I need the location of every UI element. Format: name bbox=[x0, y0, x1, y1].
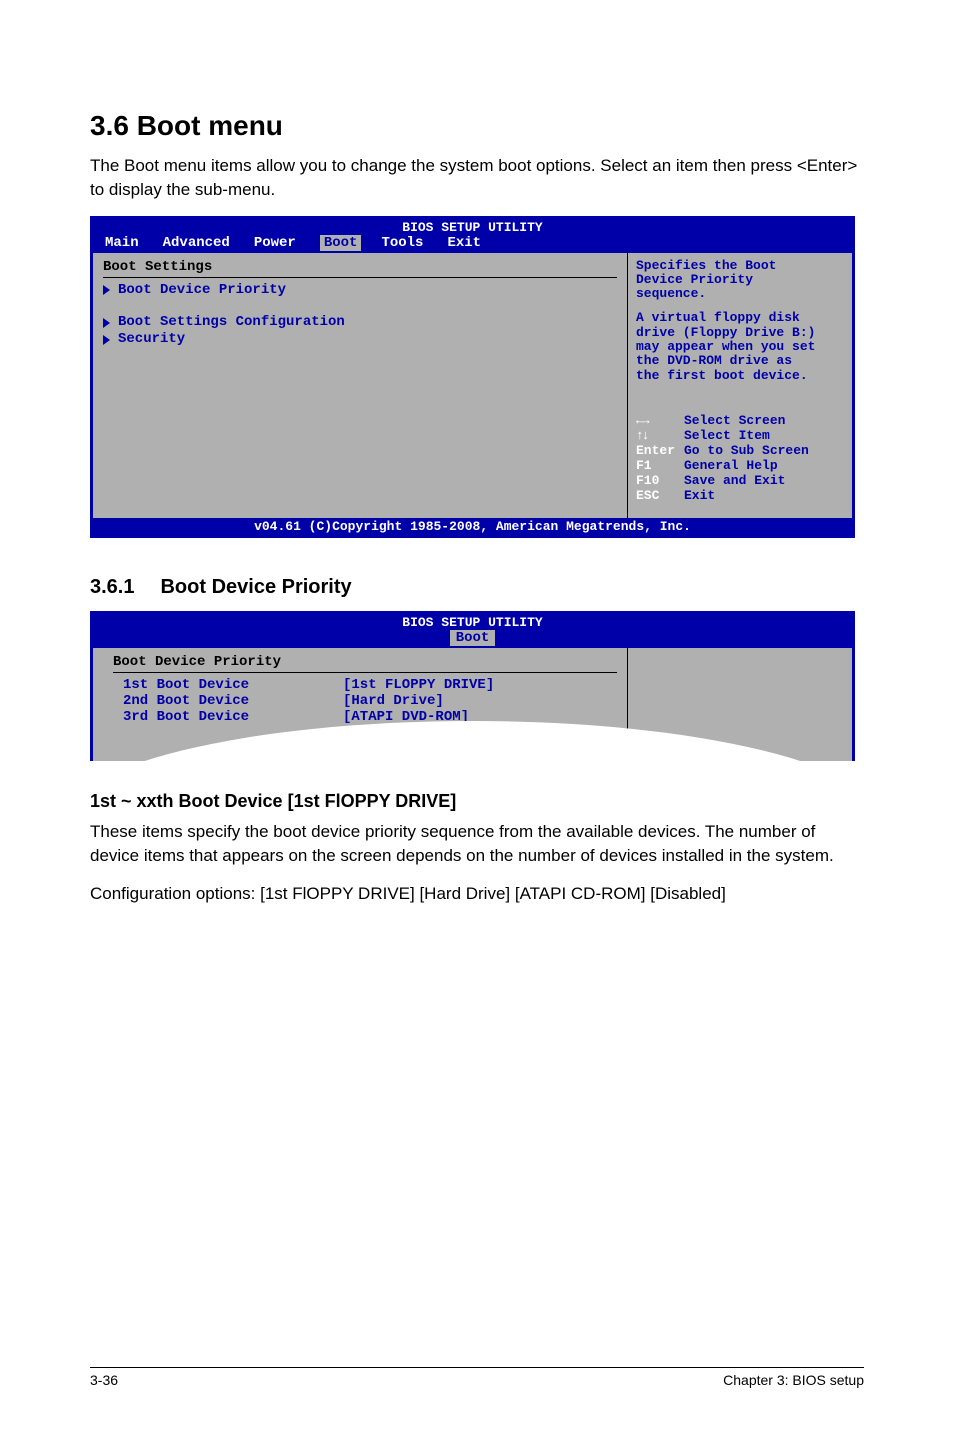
option-heading: 1st ~ xxth Boot Device [1st FlOPPY DRIVE… bbox=[90, 791, 864, 812]
help-line: A virtual floppy disk bbox=[636, 311, 844, 325]
legend-label: Select Screen bbox=[684, 413, 785, 428]
help-line: Specifies the Boot bbox=[636, 259, 844, 273]
option-config-options: Configuration options: [1st FlOPPY DRIVE… bbox=[90, 882, 864, 906]
tab-exit[interactable]: Exit bbox=[447, 235, 505, 251]
bios-title: BIOS SETUP UTILITY bbox=[93, 219, 852, 235]
subsection-heading: 3.6.1 Boot Device Priority bbox=[90, 576, 864, 599]
row-value: [1st FLOPPY DRIVE] bbox=[343, 677, 494, 693]
divider bbox=[113, 672, 617, 673]
help-line: sequence. bbox=[636, 287, 844, 301]
bios-title: BIOS SETUP UTILITY bbox=[93, 614, 852, 630]
menu-label: Boot Settings Configuration bbox=[118, 314, 345, 331]
legend-key: F10 bbox=[636, 473, 684, 488]
menu-security[interactable]: Security bbox=[103, 331, 617, 348]
arrows-ud-icon bbox=[636, 428, 684, 443]
tab-boot[interactable]: Boot bbox=[450, 630, 496, 646]
bios-copyright: v04.61 (C)Copyright 1985-2008, American … bbox=[93, 518, 852, 535]
subsection-title: Boot Device Priority bbox=[160, 576, 351, 598]
legend-label: Exit bbox=[684, 488, 715, 503]
legend-label: Go to Sub Screen bbox=[684, 443, 809, 458]
intro-paragraph: The Boot menu items allow you to change … bbox=[90, 154, 864, 202]
tab-power[interactable]: Power bbox=[254, 235, 320, 251]
page-footer: 3-36 Chapter 3: BIOS setup bbox=[90, 1367, 864, 1388]
submenu-icon bbox=[103, 335, 110, 345]
menu-label: Security bbox=[118, 331, 185, 348]
legend-key: Enter bbox=[636, 443, 684, 458]
section-heading: 3.6 Boot menu bbox=[90, 110, 864, 142]
bios-help-panel: Specifies the Boot Device Priority seque… bbox=[627, 253, 852, 518]
bios-screenshot-boot-device-priority: BIOS SETUP UTILITY Boot Boot Device Prio… bbox=[90, 611, 855, 761]
help-line: the DVD-ROM drive as bbox=[636, 354, 844, 368]
help-line: the first boot device. bbox=[636, 369, 844, 383]
help-line: Device Priority bbox=[636, 273, 844, 287]
tab-boot[interactable]: Boot bbox=[320, 235, 362, 251]
legend-key: ESC bbox=[636, 488, 684, 503]
panel-heading: Boot Device Priority bbox=[113, 654, 617, 670]
tab-tools[interactable]: Tools bbox=[381, 235, 447, 251]
menu-boot-settings-configuration[interactable]: Boot Settings Configuration bbox=[103, 314, 617, 331]
page-number: 3-36 bbox=[90, 1372, 118, 1388]
boot-settings-heading: Boot Settings bbox=[103, 259, 617, 275]
legend-label: General Help bbox=[684, 458, 778, 473]
divider bbox=[103, 277, 617, 278]
boot-order-row[interactable]: 2nd Boot Device [Hard Drive] bbox=[123, 693, 617, 709]
tab-main[interactable]: Main bbox=[105, 235, 163, 251]
submenu-icon bbox=[103, 285, 110, 295]
bios-screenshot-boot-menu: BIOS SETUP UTILITY Main Advanced Power B… bbox=[90, 216, 855, 538]
row-label: 3rd Boot Device bbox=[123, 709, 343, 725]
bios-tab-bar: Boot bbox=[93, 630, 852, 648]
submenu-icon bbox=[103, 318, 110, 328]
arrows-lr-icon bbox=[636, 413, 684, 428]
row-value: [Hard Drive] bbox=[343, 693, 444, 709]
chapter-label: Chapter 3: BIOS setup bbox=[723, 1372, 864, 1388]
help-line: may appear when you set bbox=[636, 340, 844, 354]
key-legend: Select Screen Select Item EnterGo to Sub… bbox=[636, 413, 844, 503]
subsection-number: 3.6.1 bbox=[90, 576, 134, 599]
option-description: These items specify the boot device prio… bbox=[90, 820, 864, 868]
row-label: 2nd Boot Device bbox=[123, 693, 343, 709]
legend-key: F1 bbox=[636, 458, 684, 473]
legend-label: Select Item bbox=[684, 428, 770, 443]
menu-label: Boot Device Priority bbox=[118, 282, 286, 299]
menu-boot-device-priority[interactable]: Boot Device Priority bbox=[103, 282, 617, 299]
boot-order-row[interactable]: 1st Boot Device [1st FLOPPY DRIVE] bbox=[123, 677, 617, 693]
row-label: 1st Boot Device bbox=[123, 677, 343, 693]
help-line: drive (Floppy Drive B:) bbox=[636, 326, 844, 340]
tab-advanced[interactable]: Advanced bbox=[163, 235, 254, 251]
legend-label: Save and Exit bbox=[684, 473, 785, 488]
bios-tab-bar: Main Advanced Power Boot Tools Exit bbox=[93, 235, 852, 253]
